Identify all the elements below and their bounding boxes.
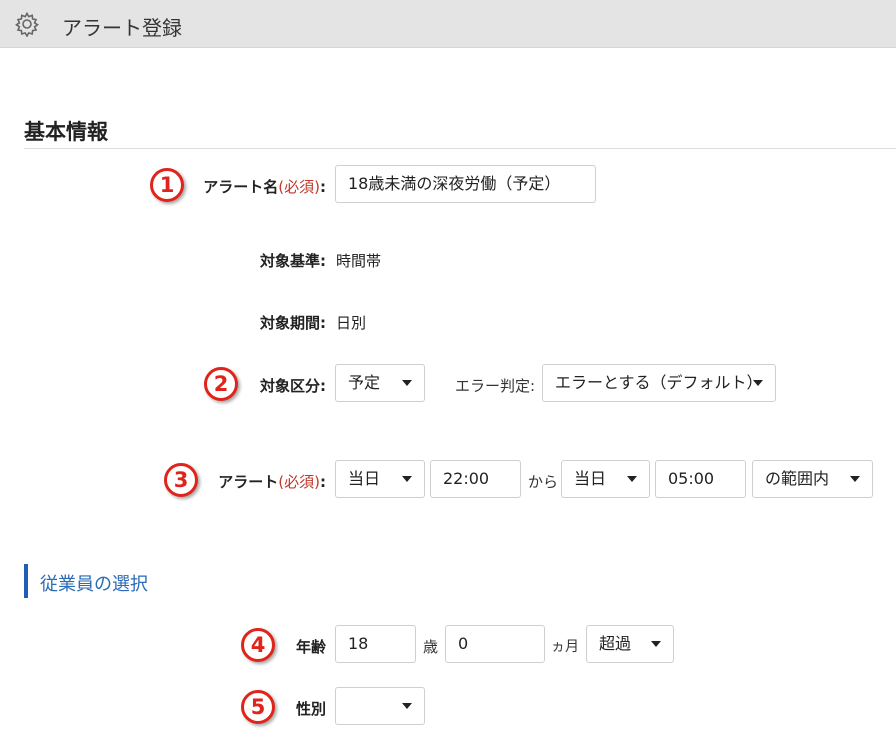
gear-icon[interactable] <box>14 11 40 37</box>
age-label: 年齢 <box>295 638 326 656</box>
alert-range-select[interactable]: の範囲内 <box>752 460 873 498</box>
step-badge-4: 4 <box>241 628 275 662</box>
target-period-label: 対象期間: <box>260 314 326 332</box>
target-category-value: 予定 <box>348 373 381 392</box>
age-condition-select[interactable]: 超過 <box>586 625 674 663</box>
chevron-down-icon <box>402 476 412 482</box>
age-condition-value: 超過 <box>599 634 632 653</box>
months-unit: ヵ月 <box>551 639 579 655</box>
alert-to-time-input[interactable]: 05:00 <box>655 460 746 498</box>
age-years-input[interactable]: 18 <box>335 625 416 663</box>
from-text: から <box>528 473 559 491</box>
gender-label: 性別 <box>295 700 326 718</box>
section-divider <box>24 148 896 149</box>
error-judgment-label: エラー判定: <box>455 377 536 395</box>
alert-label: アラート(必須): <box>218 471 326 492</box>
chevron-down-icon <box>402 380 412 386</box>
target-category-select[interactable]: 予定 <box>335 364 425 402</box>
error-judgment-select[interactable]: エラーとする（デフォルト） <box>542 364 776 402</box>
alert-label-text: アラート <box>218 473 279 491</box>
alert-from-time-input[interactable]: 22:00 <box>430 460 521 498</box>
chevron-down-icon <box>627 476 637 482</box>
label-colon: : <box>320 178 326 196</box>
age-months-input[interactable]: 0 <box>445 625 545 663</box>
chevron-down-icon <box>753 380 763 386</box>
step-badge-1: 1 <box>150 168 184 202</box>
chevron-down-icon <box>402 703 412 709</box>
step-badge-5: 5 <box>241 690 275 724</box>
step-badge-3: 3 <box>164 463 198 497</box>
alert-from-day-value: 当日 <box>348 469 381 488</box>
page-title: アラート登録 <box>62 16 182 40</box>
alert-range-value: の範囲内 <box>765 469 830 488</box>
alert-to-day-value: 当日 <box>574 469 607 488</box>
employee-selection-heading: 従業員の選択 <box>40 574 148 595</box>
label-colon: : <box>320 473 326 491</box>
required-mark: (必須) <box>278 178 320 196</box>
chevron-down-icon <box>850 476 860 482</box>
target-category-label: 対象区分: <box>260 377 326 395</box>
target-basis-value: 時間帯 <box>336 252 382 270</box>
chevron-down-icon <box>651 641 661 647</box>
alert-name-label: アラート名(必須): <box>203 176 326 197</box>
alert-to-day-select[interactable]: 当日 <box>561 460 650 498</box>
alert-from-day-select[interactable]: 当日 <box>335 460 425 498</box>
target-period-value: 日別 <box>336 314 367 332</box>
required-mark: (必須) <box>278 473 320 491</box>
basic-info-heading: 基本情報 <box>24 120 108 144</box>
step-badge-2: 2 <box>204 367 238 401</box>
gender-select[interactable] <box>335 687 425 725</box>
title-bar: アラート登録 <box>0 0 896 48</box>
alert-name-label-text: アラート名 <box>203 178 279 196</box>
years-unit: 歳 <box>423 638 439 656</box>
subsection-accent-bar <box>24 564 28 598</box>
target-basis-label: 対象基準: <box>260 252 326 270</box>
error-judgment-value: エラーとする（デフォルト） <box>555 373 763 392</box>
alert-name-input[interactable]: 18歳未満の深夜労働（予定） <box>335 165 596 203</box>
